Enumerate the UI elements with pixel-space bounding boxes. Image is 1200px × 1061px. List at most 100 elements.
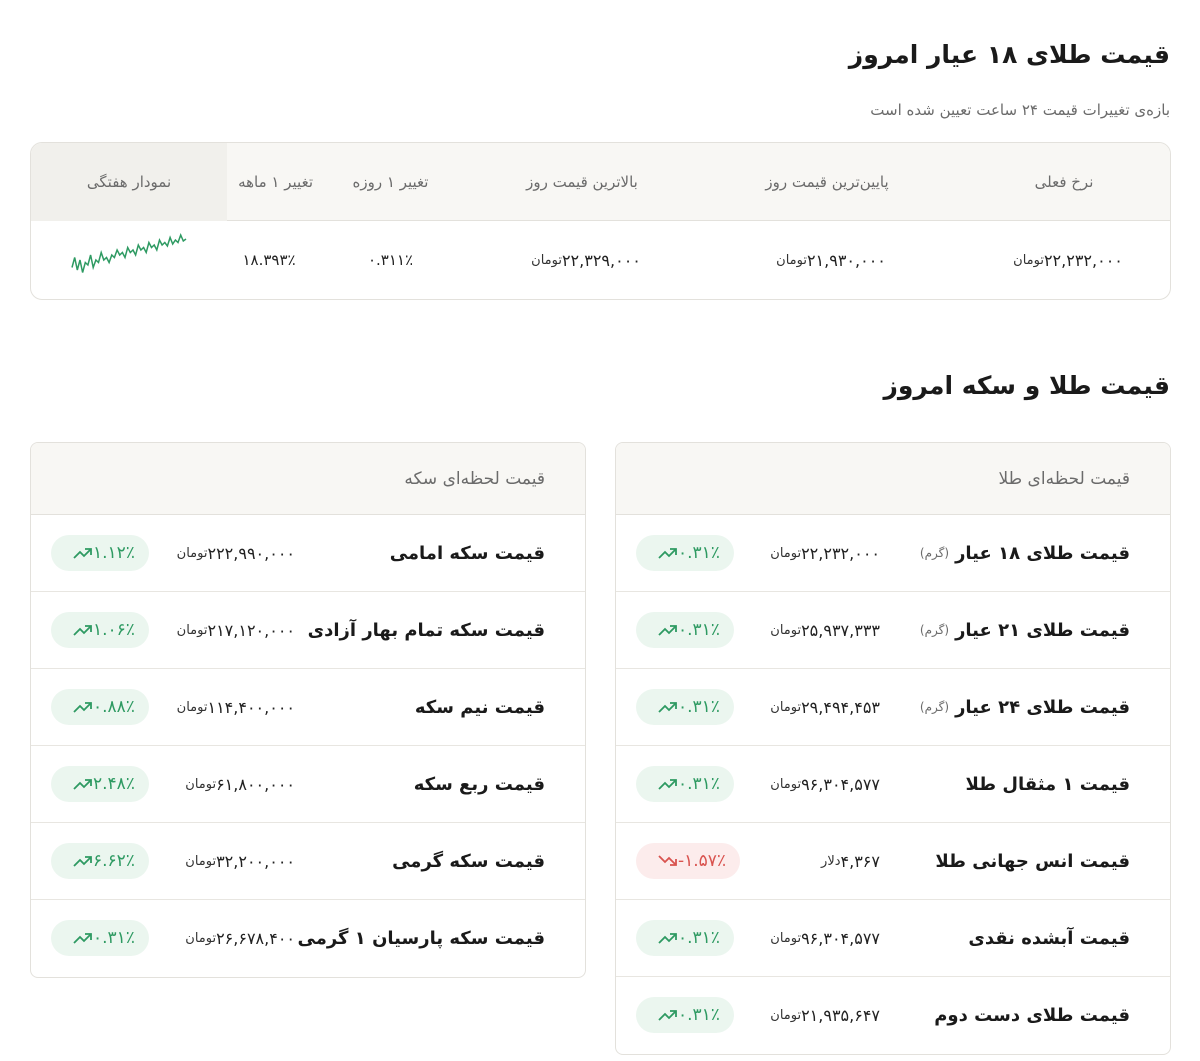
- price-row: قیمت ۱ مثقال طلا ۹۶,۳۰۴,۵۷۷ تومان ۰.۳۱٪: [616, 746, 1170, 823]
- price-unit: تومان: [185, 930, 217, 946]
- price-unit: تومان: [770, 930, 802, 946]
- header-weekly-chart: نمودار هفتگی: [31, 143, 227, 221]
- change-percent: ۱.۰۶٪: [93, 620, 135, 640]
- price-row: قیمت سکه تمام بهار آزادی ۲۱۷,۱۲۰,۰۰۰ تومان…: [31, 592, 585, 669]
- change-percent: ۶.۶۲٪: [93, 851, 135, 871]
- price-unit: تومان: [176, 622, 208, 638]
- price-unit: تومان: [770, 545, 802, 561]
- high-price: ۲۲,۳۲۹,۰۰۰ تومان: [531, 250, 641, 270]
- unit-gram-label: (گرم): [919, 546, 950, 560]
- gold-panel-header: قیمت لحظه‌ای طلا: [616, 443, 1170, 515]
- coin-price-panel: قیمت لحظه‌ای سکه قیمت سکه امامی ۲۲۲,۹۹۰,۰…: [30, 442, 586, 978]
- trend-down-icon: [658, 855, 677, 866]
- price-value: ۲۹,۴۹۴,۴۵۳: [801, 697, 880, 717]
- item-name-label: قیمت طلای ۲۴ عیار: [955, 696, 1130, 718]
- sparkline-chart: [71, 232, 187, 273]
- header-current: نرخ فعلی: [1034, 173, 1094, 191]
- change-day: ۰.۳۱۱٪: [367, 251, 414, 269]
- price-row: قیمت انس جهانی طلا ۴,۳۶۷ دلار -۱.۵۷٪: [616, 823, 1170, 900]
- item-price: ۳۲,۲۰۰,۰۰۰ تومان: [179, 823, 295, 899]
- change-percent: ۰.۳۱٪: [678, 774, 720, 794]
- item-name: قیمت طلای ۲۴ عیار (گرم): [920, 669, 1130, 745]
- trend-up-icon: [73, 548, 92, 559]
- price-value: ۲۲۲,۹۹۰,۰۰۰: [207, 543, 295, 563]
- price-unit: تومان: [185, 853, 217, 869]
- change-badge: ۶.۶۲٪: [51, 843, 149, 879]
- change-percent: ۰.۳۱٪: [678, 697, 720, 717]
- trend-up-icon: [658, 779, 677, 790]
- price-row: قیمت طلای دست دوم ۲۱,۹۳۵,۶۴۷ تومان ۰.۳۱٪: [616, 977, 1170, 1054]
- price-row: قیمت ربع سکه ۶۱,۸۰۰,۰۰۰ تومان ۲.۴۸٪: [31, 746, 585, 823]
- header-change-day: تغییر ۱ روزه: [352, 173, 429, 191]
- price-row: قیمت سکه گرمی ۳۲,۲۰۰,۰۰۰ تومان ۶.۶۲٪: [31, 823, 585, 900]
- item-name: قیمت نیم سکه: [415, 669, 545, 745]
- change-month: ۱۸.۳۹۳٪: [242, 251, 296, 269]
- summary-value-row: ۲۲,۲۳۲,۰۰۰ تومان ۲۱,۹۳۰,۰۰۰ تومان ۲۲,۳۲۹,۰…: [31, 221, 1170, 299]
- unit-gram-label: (گرم): [919, 700, 950, 714]
- price-unit: تومان: [185, 776, 217, 792]
- item-price: ۹۶,۳۰۴,۵۷۷ تومان: [764, 746, 880, 822]
- item-name-label: قیمت نیم سکه: [414, 696, 545, 718]
- gold-coin-title: قیمت طلا و سکه امروز: [883, 371, 1171, 400]
- change-percent: -۱.۵۷٪: [678, 851, 727, 871]
- price-value: ۲۶,۶۷۸,۴۰۰: [216, 928, 295, 948]
- item-name-label: قیمت سکه تمام بهار آزادی: [307, 619, 545, 641]
- item-price: ۲۵,۹۳۷,۳۳۳ تومان: [764, 592, 880, 668]
- price-row: قیمت سکه امامی ۲۲۲,۹۹۰,۰۰۰ تومان ۱.۱۲٪: [31, 515, 585, 592]
- item-price: ۲۹,۴۹۴,۴۵۳ تومان: [764, 669, 880, 745]
- change-percent: ۰.۳۱٪: [678, 928, 720, 948]
- item-name: قیمت طلای دست دوم: [934, 977, 1130, 1053]
- price-row: قیمت طلای ۲۴ عیار (گرم) ۲۹,۴۹۴,۴۵۳ تومان ۰.۳…: [616, 669, 1170, 746]
- weekly-sparkline: [31, 221, 227, 299]
- item-price: ۲۶,۶۷۸,۴۰۰ تومان: [179, 900, 295, 976]
- change-badge: ۰.۳۱٪: [636, 997, 734, 1033]
- sparkline-path: [71, 232, 187, 273]
- summary-header-row: نرخ فعلی پایین‌ترین قیمت روز بالاترین قی…: [31, 143, 1170, 221]
- change-badge: ۲.۴۸٪: [51, 766, 149, 802]
- change-badge: ۰.۳۱٪: [636, 612, 734, 648]
- trend-up-icon: [73, 702, 92, 713]
- coin-panel-header: قیمت لحظه‌ای سکه: [31, 443, 585, 515]
- price-row: قیمت نیم سکه ۱۱۴,۴۰۰,۰۰۰ تومان ۰.۸۸٪: [31, 669, 585, 746]
- item-price: ۴,۳۶۷ دلار: [815, 823, 880, 899]
- change-badge: ۰.۳۱٪: [636, 535, 734, 571]
- price-row: قیمت آبشده نقدی ۹۶,۳۰۴,۵۷۷ تومان ۰.۳۱٪: [616, 900, 1170, 977]
- current-price: ۲۲,۲۳۲,۰۰۰ تومان: [1013, 250, 1123, 270]
- trend-up-icon: [73, 779, 92, 790]
- change-badge: ۰.۸۸٪: [51, 689, 149, 725]
- price-row: قیمت طلای ۱۸ عیار (گرم) ۲۲,۲۳۲,۰۰۰ تومان ۰.۳…: [616, 515, 1170, 592]
- item-price: ۲۱,۹۳۵,۶۴۷ تومان: [764, 977, 880, 1053]
- change-percent: ۱.۱۲٪: [93, 543, 135, 563]
- change-badge: -۱.۵۷٪: [636, 843, 741, 879]
- change-badge: ۰.۳۱٪: [636, 766, 734, 802]
- change-badge: ۱.۰۶٪: [51, 612, 149, 648]
- gold18-subtitle: بازه‌ی تغییرات قیمت ۲۴ ساعت تعیین شده اس…: [870, 101, 1170, 119]
- price-value: ۶۱,۸۰۰,۰۰۰: [216, 774, 295, 794]
- price-value: ۹۶,۳۰۴,۵۷۷: [801, 774, 880, 794]
- item-name-label: قیمت ۱ مثقال طلا: [965, 773, 1130, 795]
- item-name: قیمت طلای ۱۸ عیار (گرم): [920, 515, 1130, 591]
- item-name-label: قیمت آبشده نقدی: [968, 927, 1130, 949]
- trend-up-icon: [658, 625, 677, 636]
- trend-up-icon: [658, 933, 677, 944]
- change-percent: ۰.۳۱٪: [678, 1005, 720, 1025]
- item-name-label: قیمت سکه امامی: [389, 542, 545, 564]
- price-value: ۲۱۷,۱۲۰,۰۰۰: [207, 620, 295, 640]
- price-value: ۴,۳۶۷: [840, 851, 880, 871]
- item-name-label: قیمت انس جهانی طلا: [935, 850, 1130, 872]
- item-name: قیمت انس جهانی طلا: [935, 823, 1130, 899]
- item-name: قیمت سکه امامی: [390, 515, 545, 591]
- trend-up-icon: [73, 933, 92, 944]
- change-percent: ۰.۳۱٪: [678, 543, 720, 563]
- gold-price-panel: قیمت لحظه‌ای طلا قیمت طلای ۱۸ عیار (گرم) ۲…: [615, 442, 1171, 1055]
- trend-up-icon: [73, 625, 92, 636]
- change-badge: ۱.۱۲٪: [51, 535, 149, 571]
- price-unit: تومان: [176, 699, 208, 715]
- price-unit: تومان: [176, 545, 208, 561]
- price-value: ۲۵,۹۳۷,۳۳۳: [801, 620, 880, 640]
- trend-up-icon: [73, 856, 92, 867]
- price-unit: تومان: [770, 1007, 802, 1023]
- item-name-label: قیمت سکه پارسیان ۱ گرمی: [297, 927, 546, 949]
- change-badge: ۰.۳۱٪: [51, 920, 149, 956]
- trend-up-icon: [658, 702, 677, 713]
